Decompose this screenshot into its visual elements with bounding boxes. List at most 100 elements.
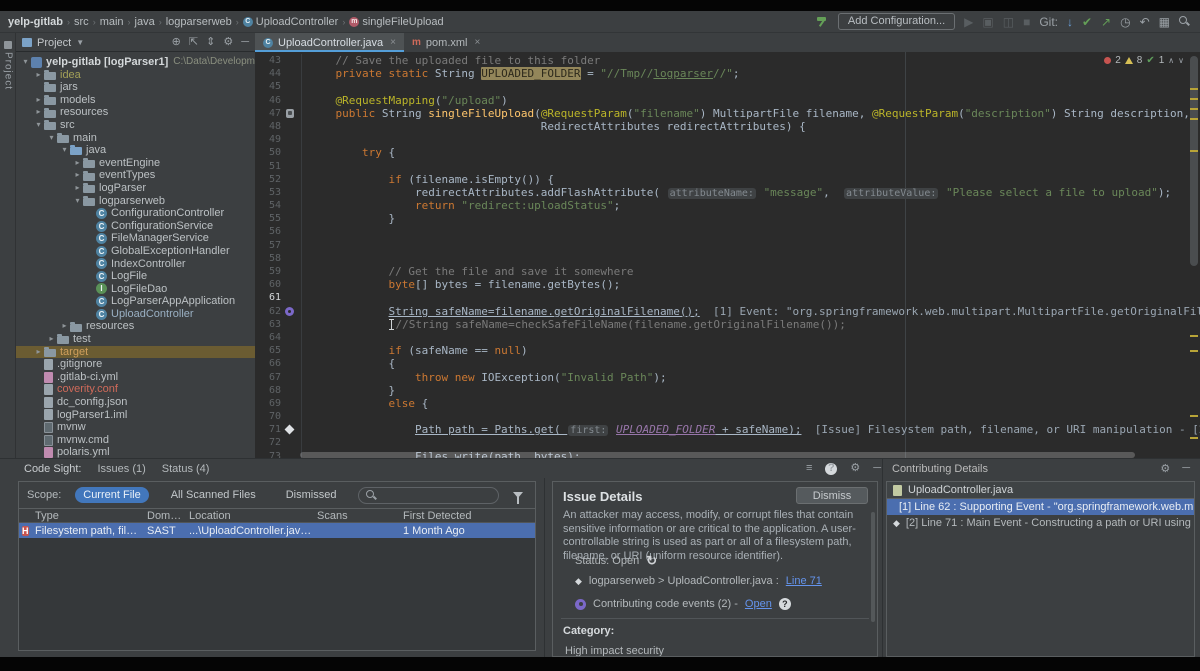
tree-toggle-icon[interactable]: ▸ xyxy=(72,157,83,170)
tree-item--gitignore[interactable]: .gitignore xyxy=(16,358,255,371)
tree-item-coverity-conf[interactable]: coverity.conf xyxy=(16,383,255,396)
tree-toggle-icon[interactable]: ▸ xyxy=(46,333,57,346)
tree-item-eventtypes[interactable]: ▸eventTypes xyxy=(16,169,255,182)
help-icon[interactable]: ? xyxy=(779,598,791,610)
git-update-icon[interactable]: ↓ xyxy=(1067,16,1073,28)
warning-stripe-mark[interactable] xyxy=(1190,350,1198,352)
tree-item-logparserappapplication[interactable]: CLogParserAppApplication xyxy=(16,295,255,308)
collapse-all-icon[interactable]: ⇱ xyxy=(189,37,198,48)
code-editor[interactable]: 43 // Save the uploaded file to this fol… xyxy=(255,52,1200,458)
tree-item-logparserweb[interactable]: ▾logparserweb xyxy=(16,195,255,208)
breadcrumb-item[interactable]: java xyxy=(135,16,155,28)
panel-scrollbar[interactable] xyxy=(871,512,875,622)
tree-toggle-icon[interactable]: ▾ xyxy=(33,119,44,132)
tree-item-resources[interactable]: ▸resources xyxy=(16,320,255,333)
table-header-row[interactable]: Type Domain ▲ Location Scans First Detec… xyxy=(19,509,535,523)
tree-toggle-icon[interactable]: ▸ xyxy=(33,106,44,119)
tree-item-globalexceptionhandler[interactable]: CGlobalExceptionHandler xyxy=(16,245,255,258)
warning-stripe-mark[interactable] xyxy=(1190,415,1198,417)
scope-all-scanned-button[interactable]: All Scanned Files xyxy=(163,487,264,503)
run-configuration-select[interactable]: Add Configuration... xyxy=(838,13,955,30)
tab-pomxml[interactable]: m pom.xml × xyxy=(404,33,488,52)
tree-toggle-icon[interactable]: ▸ xyxy=(33,346,44,359)
tree-item-configurationservice[interactable]: CConfigurationService xyxy=(16,220,255,233)
tree-toggle-icon[interactable]: ▸ xyxy=(72,169,83,182)
tree-toggle-icon[interactable]: ▾ xyxy=(59,144,70,157)
next-issue-icon[interactable]: ∨ xyxy=(1178,56,1184,65)
hide-panel-icon[interactable]: ─ xyxy=(873,463,881,474)
issue-row[interactable]: H Filesystem path, filename, or URI... S… xyxy=(19,523,535,538)
breadcrumb-item[interactable]: CUploadController xyxy=(243,16,339,28)
prev-issue-icon[interactable]: ∧ xyxy=(1168,56,1174,65)
warning-stripe-mark[interactable] xyxy=(1190,108,1198,110)
breadcrumb-item[interactable]: yelp-gitlab xyxy=(8,16,63,28)
main-event-gutter-icon[interactable] xyxy=(285,425,295,435)
breadcrumb-item[interactable]: msingleFileUpload xyxy=(349,16,443,28)
tree-item-polaris-yml[interactable]: polaris.yml xyxy=(16,446,255,458)
tree-item-mvnw[interactable]: mvnw xyxy=(16,421,255,434)
tree-item-idea[interactable]: ▸idea xyxy=(16,69,255,82)
tree-item-filemanagerservice[interactable]: CFileManagerService xyxy=(16,232,255,245)
tree-item-logfile[interactable]: CLogFile xyxy=(16,270,255,283)
filter-icon[interactable] xyxy=(513,492,523,498)
list-view-icon[interactable]: ≡ xyxy=(806,463,812,474)
breadcrumb-item[interactable]: main xyxy=(100,16,124,28)
warning-stripe-mark[interactable] xyxy=(1190,98,1198,100)
search-everywhere-icon[interactable] xyxy=(1179,16,1190,27)
tab-status[interactable]: Status (4) xyxy=(162,463,210,475)
contributing-event-row[interactable]: ◆ [2] Line 71 : Main Event - Constructin… xyxy=(887,515,1194,531)
tree-toggle-icon[interactable]: ▾ xyxy=(20,56,31,69)
hide-panel-icon[interactable]: ─ xyxy=(1182,462,1190,475)
tree-item-main[interactable]: ▾main xyxy=(16,132,255,145)
git-commit-icon[interactable]: ✔ xyxy=(1082,16,1092,28)
git-push-icon[interactable]: ↗ xyxy=(1101,16,1111,28)
tree-item-eventengine[interactable]: ▸eventEngine xyxy=(16,157,255,170)
col-domain[interactable]: Domain ▲ xyxy=(147,510,189,522)
tree-item-yelp-gitlab-logparser1-[interactable]: ▾yelp-gitlab [logParser1]C:\Data\Develop… xyxy=(16,56,255,69)
build-project-icon[interactable] xyxy=(816,15,829,28)
chevron-down-icon[interactable]: ▼ xyxy=(76,38,84,47)
hide-panel-icon[interactable]: ─ xyxy=(241,37,249,48)
supporting-event-gutter-icon[interactable] xyxy=(285,307,294,316)
tree-item-src[interactable]: ▾src xyxy=(16,119,255,132)
tree-toggle-icon[interactable]: ▸ xyxy=(72,182,83,195)
stripe-project-button[interactable]: Project xyxy=(0,41,16,90)
expand-icon[interactable]: ⇕ xyxy=(206,37,215,48)
tree-item--gitlab-ci-yml[interactable]: .gitlab-ci.yml xyxy=(16,371,255,384)
tree-item-target[interactable]: ▸target xyxy=(16,346,255,359)
settings-gear-icon[interactable]: ⚙ xyxy=(1160,462,1170,475)
breadcrumb-item[interactable]: src xyxy=(74,16,89,28)
settings-gear-icon[interactable]: ⚙ xyxy=(223,37,233,48)
tree-item-uploadcontroller[interactable]: CUploadController xyxy=(16,308,255,321)
tree-toggle-icon[interactable]: ▸ xyxy=(33,94,44,107)
vertical-scrollbar[interactable] xyxy=(1187,52,1200,458)
tree-toggle-icon[interactable]: ▸ xyxy=(33,69,44,82)
tree-item-logparser[interactable]: ▸logParser xyxy=(16,182,255,195)
col-type[interactable]: Type xyxy=(35,510,147,522)
line-link[interactable]: Line 71 xyxy=(786,575,822,587)
tree-item-java[interactable]: ▾java xyxy=(16,144,255,157)
tree-item-logparser1-iml[interactable]: logParser1.iml xyxy=(16,409,255,422)
tree-item-jars[interactable]: jars xyxy=(16,81,255,94)
inspection-widget[interactable]: 2 8 ✔ 1 ∧ ∨ xyxy=(1104,55,1184,66)
tree-item-logfiledao[interactable]: ILogFileDao xyxy=(16,283,255,296)
bookmark-gutter-icon[interactable] xyxy=(286,109,294,118)
tab-issues[interactable]: Issues (1) xyxy=(97,463,145,475)
tree-item-resources[interactable]: ▸resources xyxy=(16,106,255,119)
tree-item-test[interactable]: ▸test xyxy=(16,333,255,346)
contributing-event-row[interactable]: [1] Line 62 : Supporting Event - "org.sp… xyxy=(887,499,1194,515)
tree-item-models[interactable]: ▸models xyxy=(16,94,255,107)
settings-gear-icon[interactable]: ⚙ xyxy=(850,463,860,474)
tree-toggle-icon[interactable]: ▾ xyxy=(46,132,57,145)
close-icon[interactable]: × xyxy=(474,37,480,48)
tree-item-mvnw-cmd[interactable]: mvnw.cmd xyxy=(16,434,255,447)
history-icon[interactable]: ◷ xyxy=(1120,16,1130,28)
locate-file-icon[interactable]: ⊕ xyxy=(172,37,181,48)
tree-toggle-icon[interactable]: ▾ xyxy=(72,195,83,208)
warning-stripe-mark[interactable] xyxy=(1190,118,1198,120)
warning-stripe-mark[interactable] xyxy=(1190,150,1198,152)
warning-stripe-mark[interactable] xyxy=(1190,88,1198,90)
col-scans[interactable]: Scans xyxy=(317,510,403,522)
col-location[interactable]: Location xyxy=(189,510,317,522)
scope-dismissed-button[interactable]: Dismissed xyxy=(278,487,345,503)
